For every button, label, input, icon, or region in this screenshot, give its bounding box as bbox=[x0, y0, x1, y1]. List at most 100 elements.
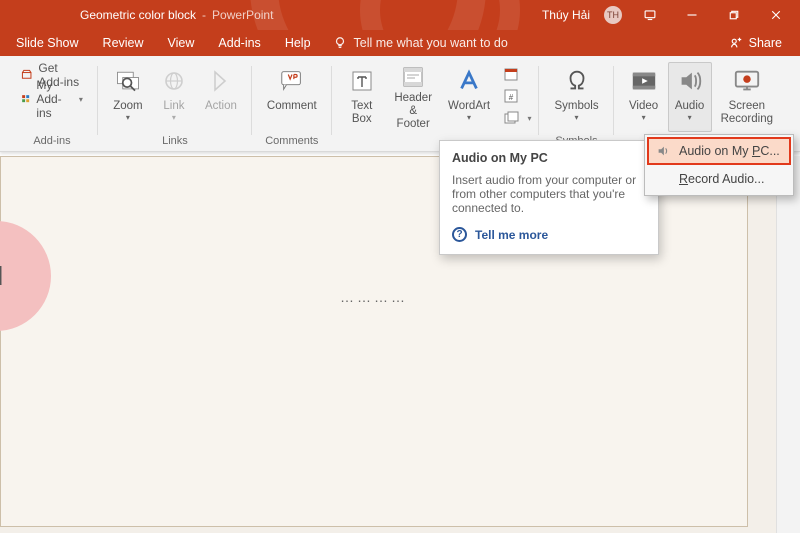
ribbon-tabs: Slide Show Review View Add-ins Help Tell… bbox=[0, 30, 800, 56]
group-comments: Comment Comments bbox=[252, 62, 332, 151]
my-addins-button[interactable]: My Add-ins ▾ bbox=[14, 88, 90, 110]
tell-me-search[interactable]: Tell me what you want to do bbox=[323, 36, 508, 50]
video-button[interactable]: Video ▾ bbox=[622, 62, 666, 132]
tab-add-ins[interactable]: Add-ins bbox=[206, 30, 272, 56]
chevron-down-icon: ▾ bbox=[172, 113, 176, 122]
tooltip-body: Insert audio from your computer or from … bbox=[452, 173, 646, 215]
tell-me-more-link[interactable]: ? Tell me more bbox=[452, 227, 646, 242]
tab-label: View bbox=[168, 36, 195, 50]
wordart-label: WordArt bbox=[448, 100, 490, 113]
tab-review[interactable]: Review bbox=[91, 30, 156, 56]
menu-item-label: Audio on My PC... bbox=[679, 144, 780, 158]
chevron-down-icon: ▾ bbox=[575, 113, 579, 122]
title-bar: Geometric color block - PowerPoint Thúy … bbox=[0, 0, 800, 30]
tell-me-placeholder: Tell me what you want to do bbox=[354, 36, 508, 50]
dotted-text: ………… bbox=[340, 289, 408, 305]
app-name: PowerPoint bbox=[212, 8, 273, 22]
menu-audio-on-my-pc[interactable]: Audio on My PC... bbox=[647, 137, 791, 165]
video-label: Video bbox=[629, 100, 658, 113]
lightbulb-icon bbox=[333, 36, 347, 50]
symbols-label: Symbols bbox=[554, 100, 598, 113]
tab-help[interactable]: Help bbox=[273, 30, 323, 56]
group-addins-label: Add-ins bbox=[33, 133, 70, 151]
link-label: Link bbox=[163, 100, 184, 113]
action-label: Action bbox=[205, 100, 237, 113]
textbox-icon bbox=[350, 65, 374, 97]
audio-button[interactable]: Audio ▾ bbox=[668, 62, 712, 132]
chevron-down-icon: ▾ bbox=[642, 113, 646, 122]
screen-recording-button[interactable]: ScreenRecording bbox=[714, 62, 780, 132]
tab-label: Add-ins bbox=[218, 36, 260, 50]
tell-me-more-label: Tell me more bbox=[475, 228, 548, 242]
chevron-down-icon: ▾ bbox=[688, 113, 692, 122]
audio-dropdown-menu: Audio on My PC... Record Audio... bbox=[644, 134, 794, 196]
addins-icon bbox=[21, 91, 30, 107]
group-comments-label: Comments bbox=[265, 133, 318, 151]
link-button: Link ▾ bbox=[152, 62, 196, 132]
chevron-down-icon: ▾ bbox=[79, 95, 83, 104]
header-footer-icon bbox=[401, 65, 425, 89]
header-footer-label: Header& Footer bbox=[393, 92, 434, 132]
display-mode-icon[interactable] bbox=[636, 0, 664, 30]
vertical-scrollbar[interactable] bbox=[776, 156, 800, 533]
tab-slide-show[interactable]: Slide Show bbox=[4, 30, 91, 56]
slide-number-button[interactable]: # bbox=[499, 86, 535, 106]
user-avatar[interactable]: TH bbox=[604, 6, 622, 24]
group-symbols: Symbols ▾ Symbols bbox=[539, 62, 613, 151]
textbox-button[interactable]: TextBox bbox=[340, 62, 384, 132]
comment-button[interactable]: Comment bbox=[260, 62, 324, 132]
chevron-down-icon: ▾ bbox=[527, 114, 531, 123]
minimize-button[interactable] bbox=[678, 0, 706, 30]
object-button[interactable]: ▾ bbox=[499, 108, 535, 128]
group-links: Zoom ▾ Link ▾ Action Links bbox=[98, 62, 252, 151]
restore-button[interactable] bbox=[720, 0, 748, 30]
blank-icon bbox=[655, 171, 671, 187]
menu-record-audio[interactable]: Record Audio... bbox=[647, 165, 791, 193]
link-icon bbox=[162, 65, 186, 97]
audio-label: Audio bbox=[675, 100, 704, 113]
menu-item-label: Record Audio... bbox=[679, 172, 764, 186]
zoom-icon bbox=[114, 65, 142, 97]
video-icon bbox=[630, 65, 658, 97]
tooltip-title: Audio on My PC bbox=[452, 151, 646, 165]
user-name[interactable]: Thúy Hải bbox=[542, 8, 590, 22]
screen-recording-icon bbox=[733, 65, 761, 97]
comment-icon bbox=[279, 65, 305, 97]
wordart-button[interactable]: WordArt ▾ bbox=[443, 62, 496, 132]
pink-circle-shape[interactable]: d bbox=[0, 221, 51, 331]
group-links-label: Links bbox=[162, 133, 188, 151]
svg-text:#: # bbox=[509, 93, 514, 102]
zoom-label: Zoom bbox=[113, 100, 142, 113]
object-icon bbox=[503, 110, 519, 126]
title-text: Geometric color block - PowerPoint bbox=[0, 8, 273, 22]
group-addins: Get Add-ins My Add-ins ▾ Add-ins bbox=[6, 62, 98, 151]
screen-recording-label: ScreenRecording bbox=[721, 100, 773, 126]
help-icon: ? bbox=[452, 227, 467, 242]
audio-tooltip: Audio on My PC Insert audio from your co… bbox=[439, 140, 659, 255]
close-button[interactable] bbox=[762, 0, 790, 30]
tab-label: Review bbox=[103, 36, 144, 50]
my-addins-label: My Add-ins bbox=[36, 78, 71, 120]
date-time-button[interactable] bbox=[499, 64, 535, 84]
title-separator: - bbox=[202, 8, 206, 22]
comment-label: Comment bbox=[267, 100, 317, 113]
group-text: TextBox Header& Footer WordArt ▾ bbox=[332, 62, 540, 151]
tab-view[interactable]: View bbox=[156, 30, 207, 56]
textbox-label: TextBox bbox=[351, 100, 372, 126]
action-button: Action bbox=[198, 62, 244, 132]
symbols-button[interactable]: Symbols ▾ bbox=[547, 62, 605, 132]
slide-workspace: d ………… bbox=[0, 156, 800, 533]
chevron-down-icon: ▾ bbox=[126, 113, 130, 122]
header-footer-button[interactable]: Header& Footer bbox=[386, 62, 441, 132]
zoom-button[interactable]: Zoom ▾ bbox=[106, 62, 150, 132]
speaker-icon bbox=[655, 143, 671, 159]
share-button[interactable]: Share bbox=[715, 36, 796, 50]
document-title: Geometric color block bbox=[80, 8, 196, 22]
shape-text: d bbox=[0, 261, 3, 292]
action-icon bbox=[209, 65, 233, 97]
share-label: Share bbox=[749, 36, 782, 50]
audio-icon bbox=[676, 65, 704, 97]
date-icon bbox=[503, 66, 519, 82]
wordart-icon bbox=[456, 65, 482, 97]
slide-number-icon: # bbox=[503, 88, 519, 104]
